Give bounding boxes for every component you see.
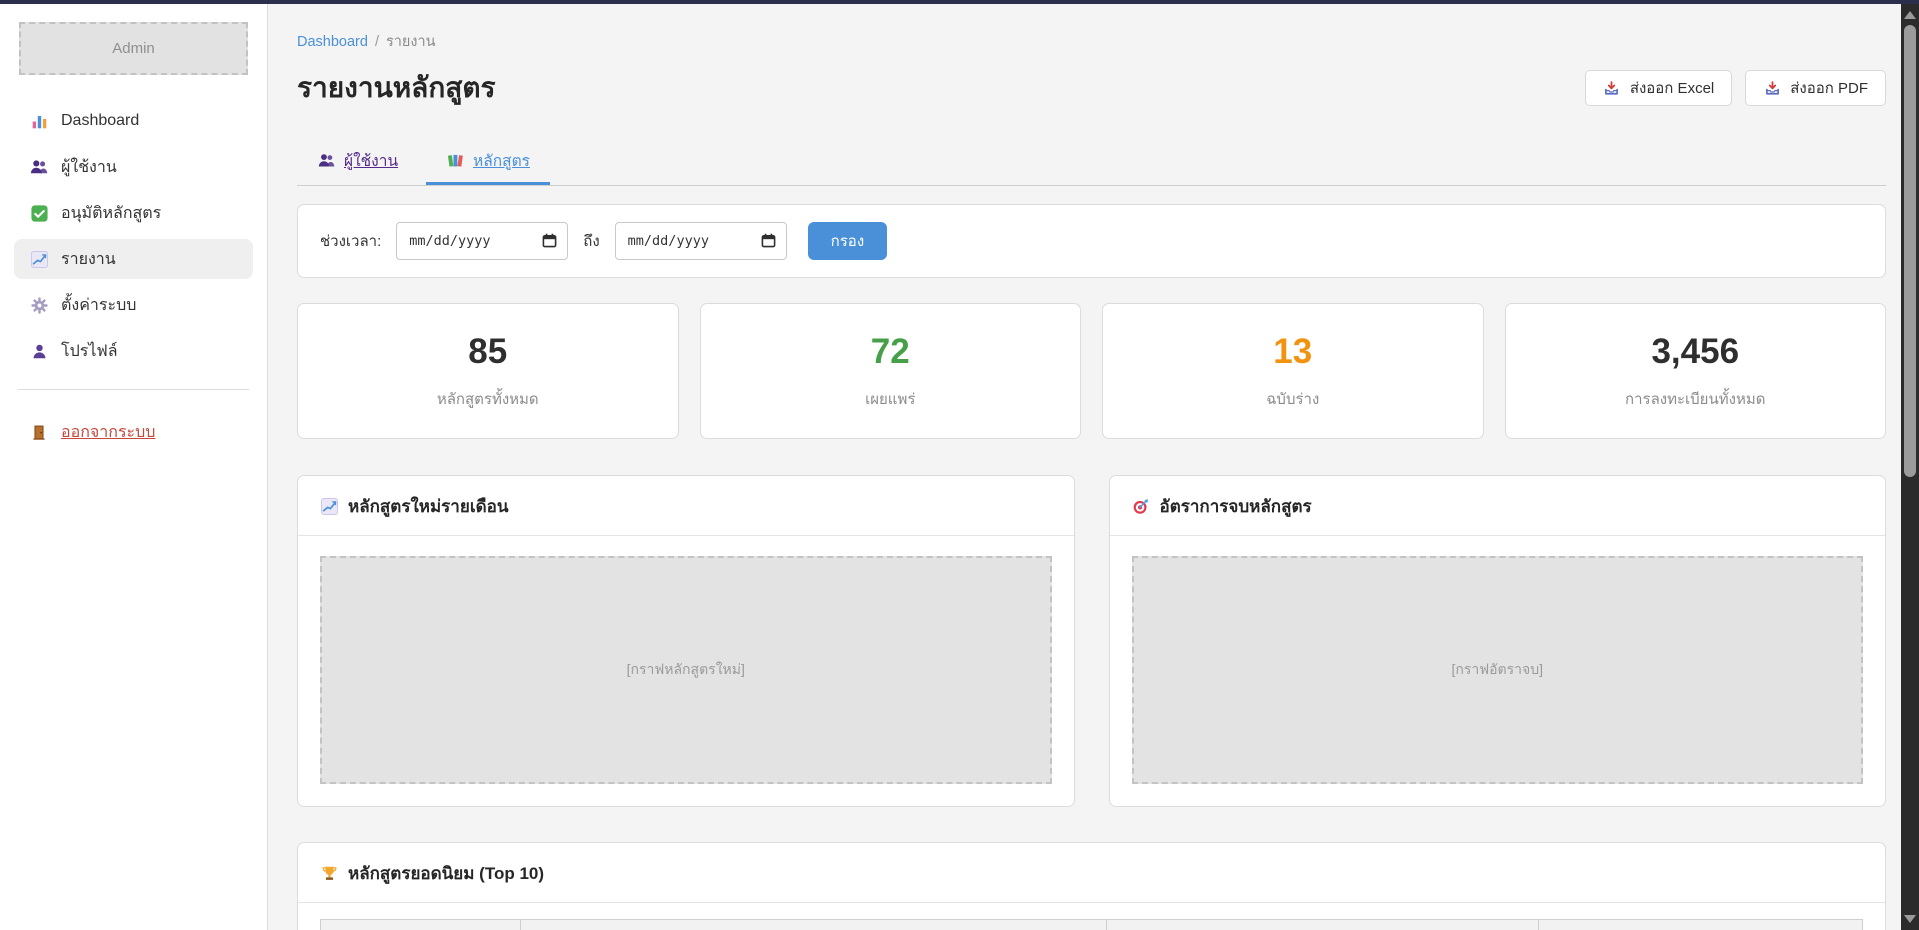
table-header-cell — [1107, 920, 1539, 930]
line-chart-icon — [30, 250, 48, 268]
calendar-icon[interactable] — [542, 233, 557, 253]
tab-users[interactable]: ผู้ใช้งาน — [297, 140, 418, 185]
app-root: Admin Dashboard ผู้ใช้งาน อนุมัติหลักสูต… — [0, 0, 1919, 930]
download-tray-icon — [1763, 79, 1781, 97]
gear-icon — [30, 296, 48, 314]
users-icon — [317, 152, 335, 170]
admin-logo-text: Admin — [112, 40, 155, 57]
scrollbar-up-arrow[interactable] — [1904, 11, 1916, 19]
top-courses-card: หลักสูตรยอดนิยม (Top 10) — [297, 842, 1886, 930]
sidebar-item-reports[interactable]: รายงาน — [14, 239, 253, 279]
date-range-label: ช่วงเวลา: — [320, 229, 381, 253]
sidebar-item-label: อนุมัติหลักสูตร — [61, 201, 161, 226]
stat-label: ฉบับร่าง — [1266, 387, 1319, 411]
chart-card-completion-rate: อัตราการจบหลักสูตร [กราฟอัตราจบ] — [1109, 475, 1887, 807]
sidebar-item-settings[interactable]: ตั้งค่าระบบ — [14, 285, 253, 325]
stat-card-total-enrollments: 3,456 การลงทะเบียนทั้งหมด — [1505, 303, 1887, 439]
stat-value: 85 — [468, 332, 507, 372]
sidebar-item-label: ตั้งค่าระบบ — [61, 293, 136, 318]
window-top-edge-bar — [0, 0, 1919, 4]
table-header-cell — [321, 920, 521, 930]
stat-card-drafts: 13 ฉบับร่าง — [1102, 303, 1484, 439]
export-excel-label: ส่งออก Excel — [1630, 76, 1714, 100]
scrollbar-down-arrow[interactable] — [1904, 915, 1916, 923]
table-header-cell — [1539, 920, 1863, 930]
stat-label: หลักสูตรทั้งหมด — [437, 387, 539, 411]
sidebar-item-users[interactable]: ผู้ใช้งาน — [14, 147, 253, 187]
logout-label: ออกจากระบบ — [61, 420, 155, 445]
breadcrumb-separator: / — [375, 34, 379, 50]
target-icon — [1132, 498, 1150, 516]
export-excel-button[interactable]: ส่งออก Excel — [1585, 70, 1732, 106]
chart-card-header: อัตราการจบหลักสูตร — [1110, 476, 1886, 536]
calendar-icon[interactable] — [761, 233, 776, 253]
person-icon — [30, 342, 48, 360]
chart-card-new-courses: หลักสูตรใหม่รายเดือน [กราฟหลักสูตรใหม่] — [297, 475, 1075, 807]
sidebar-item-approve-courses[interactable]: อนุมัติหลักสูตร — [14, 193, 253, 233]
top-courses-header: หลักสูตรยอดนิยม (Top 10) — [298, 843, 1885, 903]
export-buttons: ส่งออก Excel ส่งออก PDF — [1585, 70, 1886, 106]
books-icon — [446, 152, 464, 170]
breadcrumb-current: รายงาน — [386, 34, 436, 50]
line-chart-icon — [320, 498, 338, 516]
sidebar-item-label: ผู้ใช้งาน — [61, 155, 117, 180]
stats-row: 85 หลักสูตรทั้งหมด 72 เผยแพร่ 13 ฉบับร่า… — [297, 303, 1886, 439]
scrollbar-thumb[interactable] — [1904, 25, 1916, 477]
vertical-scrollbar[interactable] — [1901, 4, 1919, 930]
sidebar-item-profile[interactable]: โปรไฟล์ — [14, 331, 253, 371]
to-label: ถึง — [583, 229, 599, 253]
filter-button[interactable]: กรอง — [808, 222, 887, 260]
check-square-icon — [30, 204, 48, 222]
stat-label: การลงทะเบียนทั้งหมด — [1625, 387, 1765, 411]
stat-value: 13 — [1273, 332, 1312, 372]
sidebar-item-dashboard[interactable]: Dashboard — [14, 101, 253, 141]
door-icon — [30, 423, 48, 441]
tab-courses-label: หลักสูตร — [473, 148, 530, 173]
admin-logo-placeholder: Admin — [19, 22, 248, 75]
bar-chart-icon — [30, 112, 48, 130]
chart-placeholder-new-courses: [กราฟหลักสูตรใหม่] — [320, 556, 1052, 784]
page-header-row: รายงานหลักสูตร ส่งออก Excel ส่งออก PDF — [297, 66, 1886, 110]
sidebar-item-label: Dashboard — [61, 112, 139, 130]
stat-card-total-courses: 85 หลักสูตรทั้งหมด — [297, 303, 679, 439]
sidebar-item-label: รายงาน — [61, 247, 116, 272]
charts-row: หลักสูตรใหม่รายเดือน [กราฟหลักสูตรใหม่] … — [297, 475, 1886, 807]
export-pdf-button[interactable]: ส่งออก PDF — [1745, 70, 1886, 106]
filter-bar: ช่วงเวลา: ถึง กรอง — [297, 204, 1886, 278]
table-header-row — [321, 920, 1863, 930]
sidebar-nav: Dashboard ผู้ใช้งาน อนุมัติหลักสูตร รายง… — [0, 101, 267, 371]
tab-courses[interactable]: หลักสูตร — [426, 140, 550, 185]
chart-title: หลักสูตรใหม่รายเดือน — [348, 493, 509, 520]
sidebar: Admin Dashboard ผู้ใช้งาน อนุมัติหลักสูต… — [0, 4, 268, 930]
top-courses-table — [320, 919, 1863, 930]
table-header-cell — [521, 920, 1107, 930]
sidebar-item-label: โปรไฟล์ — [61, 339, 118, 364]
chart-card-header: หลักสูตรใหม่รายเดือน — [298, 476, 1074, 536]
chart-title: อัตราการจบหลักสูตร — [1160, 493, 1312, 520]
tab-bar: ผู้ใช้งาน หลักสูตร — [297, 140, 1886, 186]
main-content: Dashboard / รายงาน รายงานหลักสูตร ส่งออก E… — [268, 4, 1919, 930]
stat-card-published: 72 เผยแพร่ — [700, 303, 1082, 439]
users-icon — [30, 158, 48, 176]
stat-value: 3,456 — [1651, 332, 1739, 372]
breadcrumb: Dashboard / รายงาน — [297, 30, 1886, 53]
download-tray-icon — [1603, 79, 1621, 97]
tab-users-label: ผู้ใช้งาน — [344, 148, 398, 173]
date-from-wrapper — [396, 222, 568, 260]
top-courses-title: หลักสูตรยอดนิยม (Top 10) — [348, 860, 544, 887]
chart-placeholder-completion-rate: [กราฟอัตราจบ] — [1132, 556, 1864, 784]
export-pdf-label: ส่งออก PDF — [1790, 76, 1868, 100]
sidebar-item-logout[interactable]: ออกจากระบบ — [14, 412, 253, 452]
breadcrumb-dashboard-link[interactable]: Dashboard — [297, 34, 368, 50]
trophy-icon — [320, 865, 338, 883]
date-to-wrapper — [615, 222, 787, 260]
page-title: รายงานหลักสูตร — [297, 66, 496, 110]
stat-label: เผยแพร่ — [865, 387, 915, 411]
stat-value: 72 — [871, 332, 910, 372]
sidebar-divider — [18, 389, 249, 390]
